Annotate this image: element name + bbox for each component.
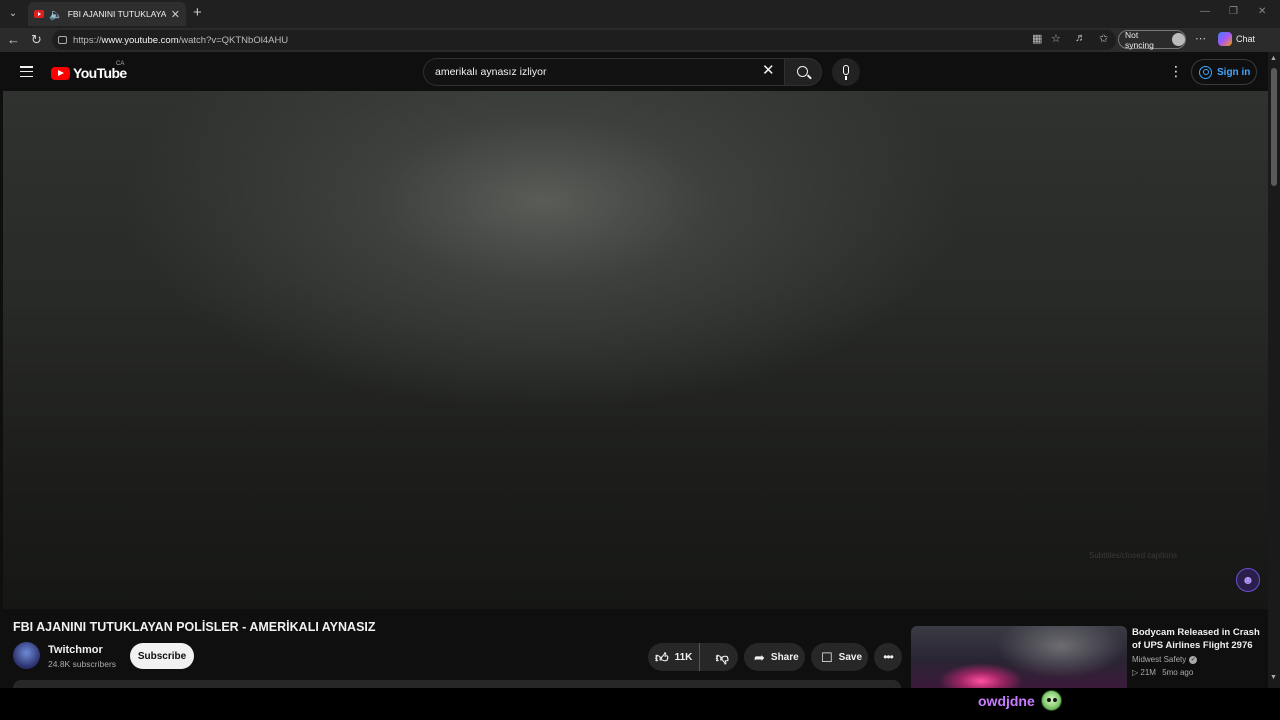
speaker-icon[interactable]: 🔈	[49, 8, 63, 21]
channel-name[interactable]: Twitchmor	[48, 644, 103, 656]
recommendation-age: 5mo ago	[1162, 668, 1194, 677]
scroll-up-icon[interactable]: ▲	[1270, 55, 1277, 62]
views-play-icon: ▷	[1132, 668, 1139, 677]
recommendation-title[interactable]: Bodycam Released in Crash of UPS Airline…	[1132, 626, 1262, 652]
like-button[interactable]: 👍︎ 11K	[648, 643, 701, 671]
dislike-button[interactable]: 👎︎	[706, 651, 738, 664]
browser-tab-bar: ⌄ 🔈 FBI AJANINI TUTUKLAYAN POLİSLER - AM…	[0, 0, 1280, 28]
channel-watermark-icon[interactable]: ☻	[1236, 568, 1260, 592]
browser-tab-active[interactable]: 🔈 FBI AJANINI TUTUKLAYAN POLİSLER - AMER…	[28, 2, 186, 26]
clear-search-icon[interactable]: ✕	[762, 63, 775, 78]
like-count: 11K	[674, 651, 693, 663]
search-icon	[797, 66, 808, 77]
profile-sync-button[interactable]: Not syncing	[1118, 29, 1186, 50]
restore-icon[interactable]: ❐	[1229, 6, 1238, 17]
scroll-down-icon[interactable]: ▼	[1270, 674, 1277, 681]
overlay-username: owdjdne	[978, 693, 1035, 709]
url-field[interactable]: https://www.youtube.com/watch?v=QKTNbOl4…	[52, 30, 1116, 50]
copilot-chat-button[interactable]: Chat	[1218, 32, 1255, 46]
description-box[interactable]	[13, 680, 901, 688]
copilot-label: Chat	[1236, 34, 1256, 44]
recommendation-channel[interactable]: Midwest Safety ✓	[1132, 655, 1198, 664]
account-icon	[1199, 65, 1212, 79]
captions-hint: Subtitles/closed captions	[1089, 551, 1178, 560]
share-label: Share	[770, 651, 799, 663]
star-icon[interactable]: ☆	[1051, 32, 1061, 45]
recommendation-views: 21M	[1140, 668, 1156, 677]
tab-title: FBI AJANINI TUTUKLAYAN POLİSLER - AMERİK…	[67, 9, 166, 19]
profile-avatar	[1172, 33, 1185, 46]
menu-icon[interactable]	[20, 66, 33, 77]
app-available-icon[interactable]: ▦	[1032, 32, 1042, 45]
thumbs-up-icon: 👍︎	[655, 649, 669, 665]
settings-kebab-icon[interactable]: ⋮	[1169, 64, 1183, 78]
youtube-play-icon	[51, 66, 70, 80]
save-button[interactable]: ☐ Save	[811, 643, 868, 671]
reading-list-icon[interactable]: ♬	[1075, 32, 1086, 44]
subscriber-count: 24.8K subscribers	[48, 659, 117, 669]
close-tab-icon[interactable]: ✕	[171, 8, 180, 21]
recommendation-meta: ▷ 21M 5mo ago	[1132, 668, 1193, 677]
logo-wordmark: YouTube	[73, 65, 127, 81]
stream-overlay-strip	[0, 688, 1280, 720]
scroll-thumb[interactable]	[1271, 68, 1277, 186]
minimize-icon[interactable]: —	[1200, 6, 1210, 17]
url-text: https://www.youtube.com/watch?v=QKTNbOl4…	[73, 34, 289, 46]
favorites-icon[interactable]: ✩	[1099, 32, 1108, 45]
microphone-icon	[843, 65, 849, 80]
share-icon: ➦	[754, 649, 765, 665]
sign-in-button[interactable]: Sign in	[1191, 59, 1257, 85]
recommendation-thumbnail[interactable]	[911, 626, 1127, 688]
voice-search-button[interactable]	[832, 58, 860, 86]
browser-more-icon[interactable]: ⋯	[1195, 32, 1206, 45]
search-query: amerikalı aynasız izliyor	[435, 66, 547, 78]
window-close-icon[interactable]: ✕	[1258, 6, 1266, 17]
video-title: FBI AJANINI TUTUKLAYAN POLİSLER - AMERİK…	[13, 620, 376, 634]
more-actions-button[interactable]: •••	[874, 643, 902, 671]
copilot-icon	[1218, 32, 1232, 46]
search-button[interactable]	[784, 58, 822, 86]
sign-in-label: Sign in	[1217, 66, 1251, 78]
reload-icon[interactable]: ↻	[31, 32, 42, 48]
like-dislike-group: 👍︎ 11K 👎︎	[648, 643, 738, 671]
search-input[interactable]: amerikalı aynasız izliyor	[423, 58, 786, 86]
thumbs-down-icon: 👎︎	[715, 649, 729, 665]
new-tab-plus-icon[interactable]: +	[193, 5, 202, 21]
save-label: Save	[838, 651, 863, 663]
emote-icon	[1041, 690, 1062, 711]
browser-address-bar: ← ↻ https://www.youtube.com/watch?v=QKTN…	[0, 28, 1280, 52]
youtube-header: YouTube CA amerikalı aynasız izliyor ✕ ⋮…	[0, 52, 1268, 91]
youtube-logo[interactable]: YouTube CA	[51, 61, 127, 81]
tab-list-icon[interactable]: ⌄	[4, 4, 22, 22]
youtube-favicon-icon	[34, 10, 44, 18]
bookmark-icon: ☐	[821, 649, 833, 665]
page-scrollbar[interactable]: ▲ ▼	[1268, 52, 1280, 688]
back-icon[interactable]: ←	[7, 32, 20, 47]
sync-label: Not syncing	[1125, 29, 1154, 50]
channel-avatar[interactable]	[13, 642, 40, 669]
recommendation-channel-name: Midwest Safety	[1132, 655, 1187, 664]
subscribe-button[interactable]: Subscribe	[130, 643, 194, 669]
country-code: CA	[116, 61, 125, 67]
video-player[interactable]: Subtitles/closed captions ☻	[3, 91, 1268, 609]
share-button[interactable]: ➦ Share	[744, 643, 805, 671]
site-info-icon[interactable]	[58, 36, 67, 44]
verified-icon: ✓	[1189, 655, 1198, 664]
